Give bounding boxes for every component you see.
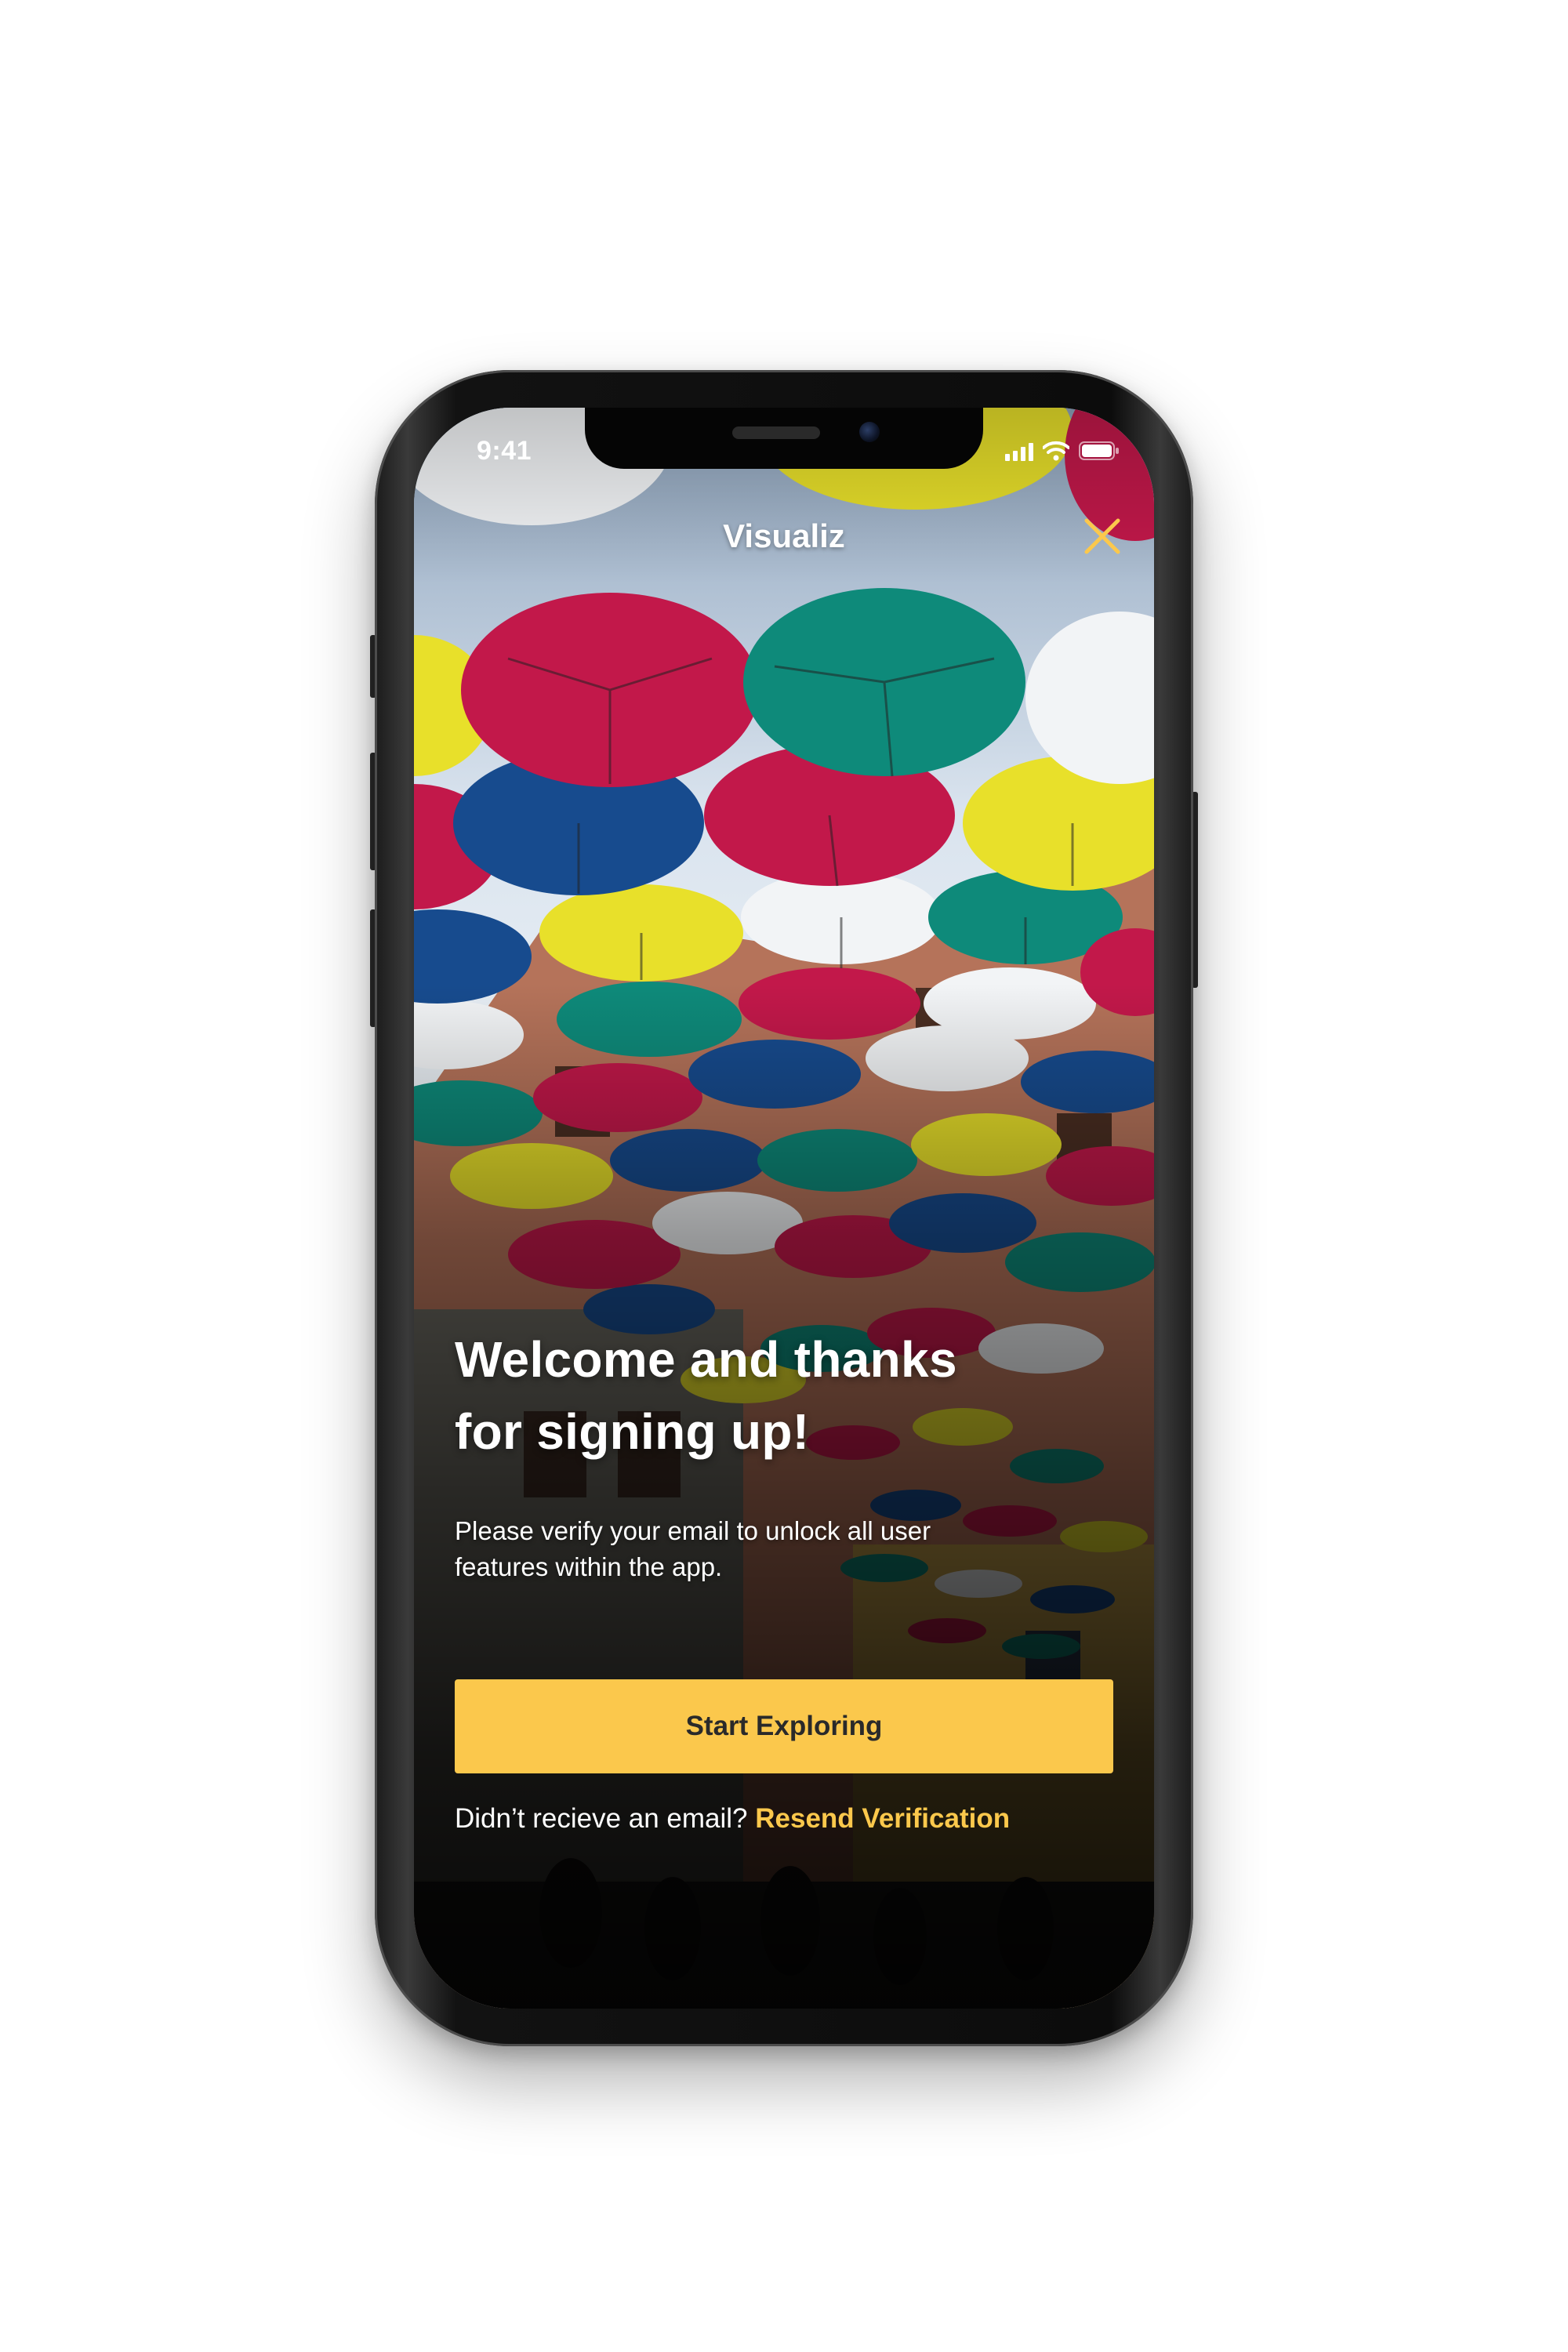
start-exploring-button[interactable]: Start Exploring xyxy=(455,1679,1113,1773)
status-time: 9:41 xyxy=(477,436,532,466)
resend-prompt: Didn’t recieve an email? xyxy=(455,1803,748,1834)
battery-icon xyxy=(1079,441,1119,460)
status-icons xyxy=(1005,441,1120,461)
resend-row: Didn’t recieve an email? Resend Verifica… xyxy=(455,1800,1145,1838)
verify-message: Please verify your email to unlock all u… xyxy=(455,1513,1066,1585)
phone-screen: 9:41 Visualiz Welcome and thanks for sig… xyxy=(414,408,1154,2009)
app-title: Visualiz xyxy=(723,517,845,554)
close-icon[interactable] xyxy=(1080,514,1124,558)
front-camera xyxy=(859,422,880,442)
wifi-icon xyxy=(1043,441,1069,461)
welcome-headline: Welcome and thanks for signing up! xyxy=(455,1323,1113,1468)
headline-line-1: Welcome and thanks xyxy=(455,1331,957,1388)
headline-line-2: for signing up! xyxy=(455,1403,810,1460)
verify-message-line-1: Please verify your email to unlock all u… xyxy=(455,1516,931,1545)
verify-message-line-2: features within the app. xyxy=(455,1552,723,1581)
resend-verification-link[interactable]: Resend Verification xyxy=(755,1803,1010,1834)
signal-icon xyxy=(1005,442,1033,461)
earpiece-speaker xyxy=(732,426,820,439)
notch xyxy=(585,408,983,469)
